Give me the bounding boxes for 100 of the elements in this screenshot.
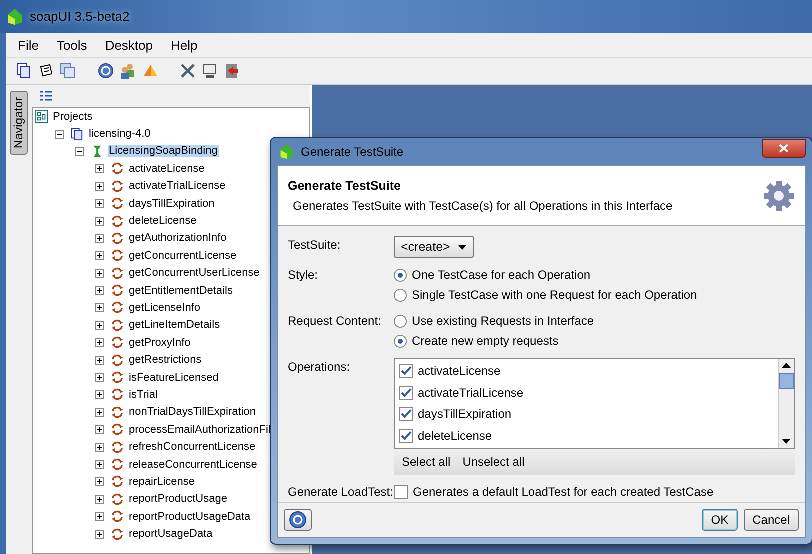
expander-icon[interactable] — [95, 164, 104, 174]
expander-icon[interactable] — [95, 182, 104, 191]
expander-icon[interactable] — [95, 494, 104, 504]
arrows-cycle-icon — [111, 214, 124, 228]
expander-icon[interactable] — [95, 268, 104, 278]
tree-item[interactable]: reportUsageData — [128, 528, 214, 540]
expander-icon[interactable] — [95, 408, 104, 417]
arrows-cycle-icon — [111, 423, 124, 436]
expander-icon[interactable] — [75, 146, 84, 156]
dialog-button[interactable]: Cancel — [744, 509, 799, 531]
checkbox[interactable] — [399, 364, 413, 378]
document-icon[interactable] — [38, 63, 54, 79]
close-button[interactable] — [762, 139, 806, 158]
menu-item[interactable]: Help — [171, 38, 198, 52]
tree-item[interactable]: processEmailAuthorizationFil — [128, 424, 272, 436]
logo-icon — [279, 144, 295, 160]
expander-icon[interactable] — [95, 286, 104, 296]
monitor-icon[interactable] — [202, 63, 218, 79]
option-label: Create new empty requests — [412, 334, 559, 348]
expander-icon[interactable] — [55, 130, 64, 139]
testsuite-select[interactable]: <create> — [394, 236, 474, 258]
arrows-cycle-icon — [111, 249, 124, 262]
arrows-cycle-icon — [111, 318, 124, 332]
checkbox[interactable] — [399, 407, 413, 422]
arrows-cycle-icon — [111, 336, 124, 350]
arrows-cycle-icon — [111, 354, 124, 367]
menu-item[interactable]: File — [18, 38, 39, 52]
tree-item[interactable]: daysTillExpiration — [128, 198, 216, 210]
tree-item[interactable]: licensing-4.0 — [88, 128, 152, 140]
tree-item[interactable]: getLineItemDetails — [128, 319, 222, 332]
expander-icon[interactable] — [95, 390, 104, 400]
list-icon[interactable] — [40, 91, 52, 101]
arrows-cycle-icon — [111, 406, 124, 419]
expander-icon[interactable] — [95, 338, 104, 348]
help-button[interactable] — [284, 509, 312, 531]
radio-button[interactable] — [394, 288, 407, 302]
expander-icon[interactable] — [95, 303, 104, 312]
expander-icon[interactable] — [95, 460, 104, 469]
arrows-cycle-icon — [111, 180, 124, 193]
tree-item[interactable]: getEntitlementDetails — [128, 284, 234, 297]
tree-item[interactable]: repairLicense — [128, 476, 196, 488]
arrows-cycle-icon — [111, 458, 124, 471]
exit-icon[interactable] — [224, 63, 240, 79]
tree-item[interactable]: getRestrictions — [128, 354, 203, 366]
expander-icon[interactable] — [95, 199, 104, 208]
tree-item[interactable]: LicensingSoapBinding — [108, 145, 219, 158]
interface-icon — [91, 144, 104, 158]
tree-item[interactable]: getAuthorizationInfo — [128, 232, 228, 244]
checkbox[interactable] — [399, 429, 413, 444]
selection-button[interactable]: Unselect all — [458, 453, 529, 471]
tree-item[interactable]: isTrial — [128, 388, 159, 401]
expander-icon[interactable] — [95, 320, 104, 330]
expander-icon[interactable] — [95, 512, 104, 522]
people-icon[interactable] — [120, 63, 136, 79]
scrollbar[interactable] — [778, 359, 794, 448]
scroll-thumb[interactable] — [779, 373, 794, 389]
tree-item[interactable]: activateTrialLicense — [128, 180, 227, 192]
arrows-cycle-icon — [111, 284, 124, 298]
tree-item[interactable]: deleteLicense — [128, 215, 198, 228]
menu-item[interactable]: Tools — [56, 38, 88, 52]
projects-icon — [35, 110, 48, 124]
navigator-tab[interactable]: Navigator — [10, 91, 28, 155]
arrows-cycle-icon — [111, 197, 124, 210]
expander-icon[interactable] — [95, 425, 104, 434]
save-icon[interactable] — [60, 63, 76, 79]
tree-item[interactable]: getLicenseInfo — [128, 302, 202, 314]
expander-icon[interactable] — [95, 216, 104, 226]
tree-item[interactable]: nonTrialDaysTillExpiration — [128, 406, 257, 418]
tree-item[interactable]: getProxyInfo — [128, 336, 192, 349]
expander-icon[interactable] — [95, 442, 104, 452]
expander-icon[interactable] — [95, 356, 104, 365]
tree-item[interactable]: refreshConcurrentLicense — [128, 441, 257, 454]
radio-button[interactable] — [394, 268, 407, 282]
expander-icon[interactable] — [95, 251, 104, 260]
tree-item[interactable]: getConcurrentLicense — [128, 250, 238, 262]
checkbox[interactable] — [394, 485, 408, 499]
operation-label: activateLicense — [418, 364, 501, 378]
dialog-button[interactable]: OK — [702, 509, 738, 531]
arrows-cycle-icon — [111, 475, 124, 488]
radio-button[interactable] — [394, 314, 407, 328]
arrows-cycle-icon — [111, 528, 124, 541]
tree-item[interactable]: getConcurrentUserLicense — [128, 267, 261, 280]
header-title: Generate TestSuite — [288, 178, 402, 192]
menu-item[interactable]: Desktop — [105, 38, 154, 52]
checkbox[interactable] — [399, 386, 413, 400]
expander-icon[interactable] — [95, 234, 104, 243]
tree-item[interactable]: activateLicense — [128, 162, 206, 175]
close-icon — [779, 144, 789, 153]
radio-button[interactable] — [394, 334, 407, 348]
tree-item[interactable]: reportProductUsage — [128, 493, 228, 506]
documents-icon[interactable] — [16, 63, 32, 79]
selection-button[interactable]: Select all — [398, 453, 455, 471]
tree-item[interactable]: Projects — [52, 110, 94, 123]
tree-item[interactable]: releaseConcurrentLicense — [128, 458, 258, 470]
expander-icon[interactable] — [95, 373, 104, 382]
expander-icon[interactable] — [95, 530, 104, 539]
tree-item[interactable]: reportProductUsageData — [128, 510, 252, 523]
tree-item[interactable]: isFeatureLicensed — [128, 372, 220, 384]
option-label: Use existing Requests in Interface — [412, 314, 594, 328]
expander-icon[interactable] — [95, 477, 104, 486]
